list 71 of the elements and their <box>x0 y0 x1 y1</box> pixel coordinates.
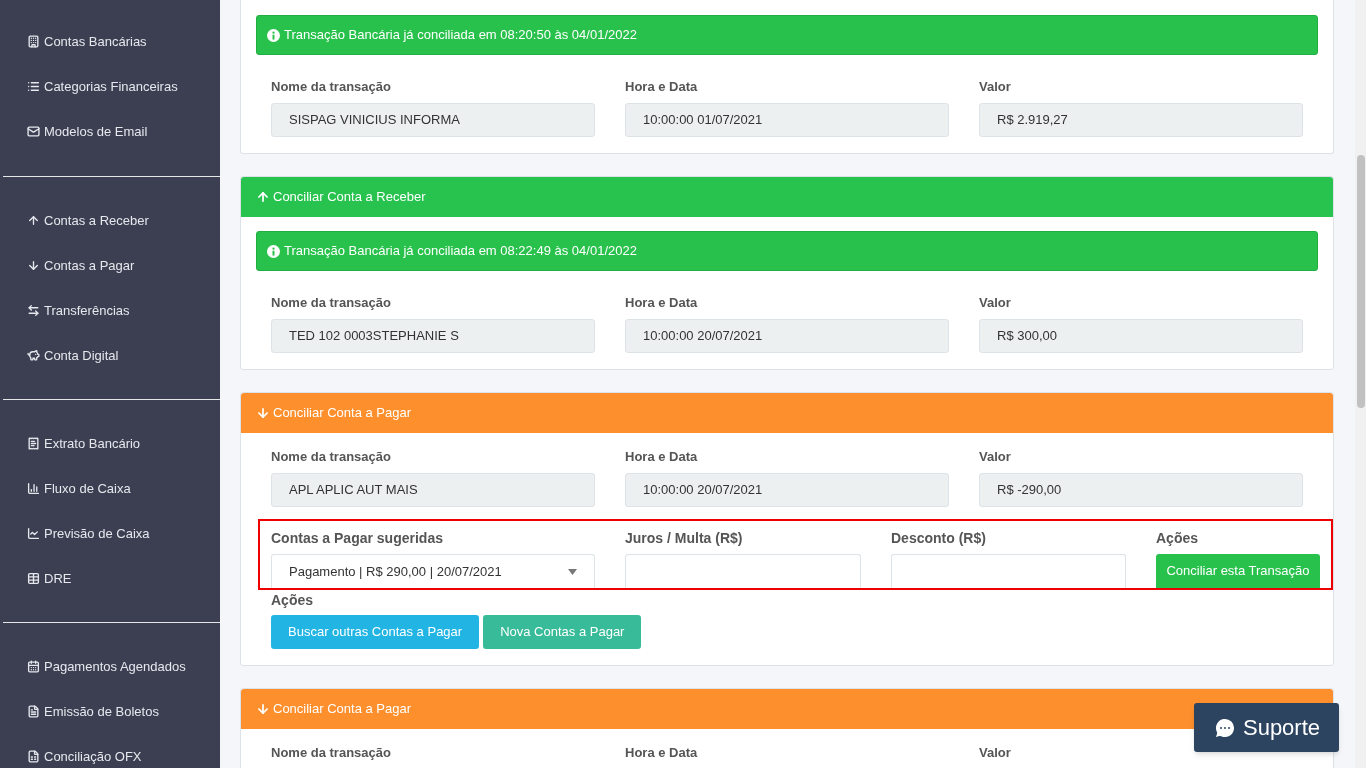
field-label: Valor <box>979 294 1011 312</box>
readonly-field[interactable]: R$ 2.919,27 <box>979 103 1303 137</box>
sidebar-item[interactable]: Transferências <box>0 288 220 333</box>
sidebar-item[interactable]: Contas a Pagar <box>0 243 220 288</box>
support-button[interactable]: Suporte <box>1194 703 1339 752</box>
building-icon <box>27 35 40 48</box>
list-icon <box>27 80 40 93</box>
readonly-field[interactable]: TED 102 0003STEPHANIE S <box>271 319 595 353</box>
field-label: Hora e Data <box>625 294 698 312</box>
sidebar-item[interactable]: Emissão de Boletos <box>0 689 220 734</box>
sidebar-item[interactable]: Modelos de Email <box>0 109 220 154</box>
card-title: Conciliar Conta a Pagar <box>273 700 412 719</box>
field-label: Hora e Data <box>625 448 698 466</box>
bar-chart-icon <box>27 482 40 495</box>
line-chart-icon <box>27 527 40 540</box>
discount-input[interactable] <box>891 554 1126 588</box>
sidebar-item[interactable]: Categorias Financeiras <box>0 64 220 109</box>
field-label: Nome da transação <box>271 744 391 762</box>
field-label: Valor <box>979 744 1011 762</box>
receipt-icon <box>27 437 40 450</box>
sidebar-item[interactable]: Contas a Receber <box>0 198 220 243</box>
field-label: Hora e Data <box>625 78 698 96</box>
interest-input[interactable] <box>625 554 861 588</box>
readonly-field[interactable]: 10:00:00 20/07/2021 <box>625 319 949 353</box>
document-icon <box>27 750 40 763</box>
arrow-down-icon <box>256 406 270 420</box>
sidebar-item[interactable]: Fluxo de Caixa <box>0 466 220 511</box>
alert-text: Transação Bancária já conciliada em 08:20:50 às 04/01/2022 <box>284 26 637 45</box>
readonly-field[interactable]: SISPAG VINICIUS INFORMA <box>271 103 595 137</box>
info-icon <box>267 244 280 258</box>
card-title: Conciliar Conta a Pagar <box>273 404 412 423</box>
field-label: Valor <box>979 448 1011 466</box>
sidebar-item[interactable]: Contas Bancárias <box>0 19 220 64</box>
readonly-field[interactable]: 10:00:00 01/07/2021 <box>625 103 949 137</box>
arrow-up-icon <box>256 190 270 204</box>
dropdown-caret-icon <box>568 568 577 575</box>
arrow-down-icon <box>27 259 40 272</box>
field-label: Hora e Data <box>625 744 698 762</box>
alert-text: Transação Bancária já conciliada em 08:22:49 às 04/01/2022 <box>284 242 637 261</box>
field-label: Desconto (R$) <box>891 529 986 548</box>
sidebar-item[interactable]: Extrato Bancário <box>0 421 220 466</box>
field-label: Ações <box>271 591 314 610</box>
field-label: Contas a Pagar sugeridas <box>271 529 443 548</box>
readonly-field[interactable]: 10:00:00 20/07/2021 <box>625 473 949 507</box>
document-icon <box>27 705 40 718</box>
sidebar-item[interactable]: Conciliação OFX <box>0 734 220 768</box>
readonly-field[interactable]: R$ -290,00 <box>979 473 1303 507</box>
arrow-up-icon <box>27 214 40 227</box>
card-title: Conciliar Conta a Receber <box>273 188 426 207</box>
info-icon <box>267 28 280 42</box>
calendar-icon <box>27 660 40 673</box>
field-label: Nome da transação <box>271 78 391 96</box>
sidebar-item[interactable]: Conta Digital <box>0 333 220 378</box>
scrollbar[interactable] <box>1355 0 1366 768</box>
field-label: Valor <box>979 78 1011 96</box>
arrow-down-icon <box>256 702 270 716</box>
sidebar-item[interactable]: Pagamentos Agendados <box>0 644 220 689</box>
scrollbar-thumb[interactable] <box>1357 155 1365 408</box>
piggy-bank-icon <box>27 349 40 362</box>
sidebar-item[interactable]: DRE <box>0 556 220 601</box>
readonly-field[interactable]: R$ 300,00 <box>979 319 1303 353</box>
transfer-icon <box>27 304 40 317</box>
suggestion-select[interactable]: Pagamento | R$ 290,00 | 20/07/2021 <box>271 554 595 588</box>
table-icon <box>27 572 40 585</box>
envelope-icon <box>27 125 40 138</box>
field-label: Juros / Multa (R$) <box>625 529 743 548</box>
field-label: Nome da transação <box>271 448 391 466</box>
field-label: Ações <box>1156 529 1199 548</box>
readonly-field[interactable]: APL APLIC AUT MAIS <box>271 473 595 507</box>
field-label: Nome da transação <box>271 294 391 312</box>
sidebar-item[interactable]: Previsão de Caixa <box>0 511 220 556</box>
